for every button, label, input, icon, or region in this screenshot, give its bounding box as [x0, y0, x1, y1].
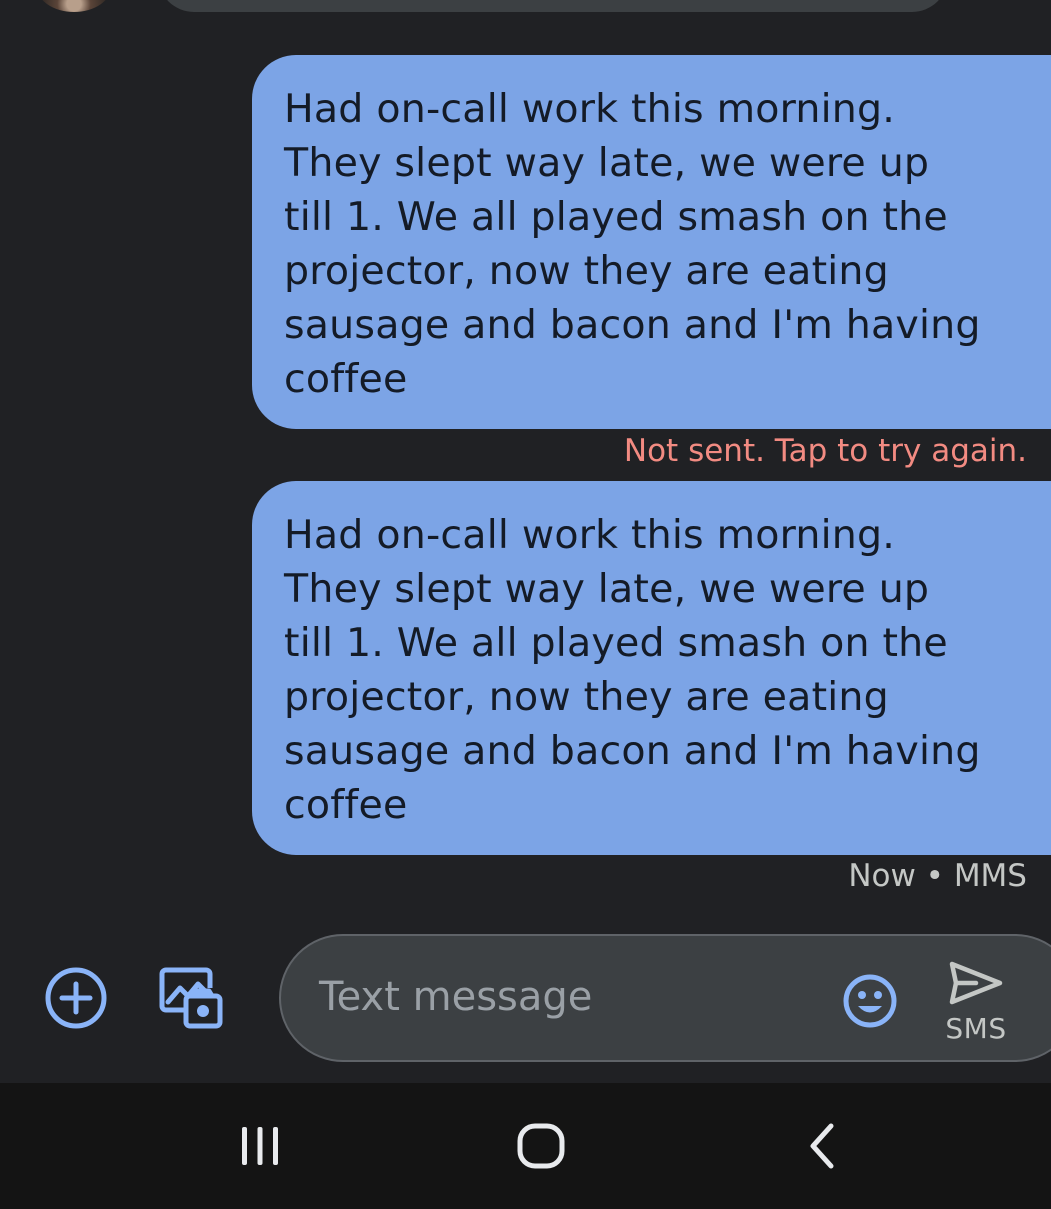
- contact-avatar[interactable]: [36, 0, 112, 12]
- plus-circle-icon[interactable]: [44, 966, 108, 1030]
- message-compose-field[interactable]: Text message SMS: [279, 934, 1051, 1062]
- smiley-icon[interactable]: [842, 973, 898, 1029]
- conversation-screen: Had on-call work this morning. They slep…: [0, 0, 1051, 1083]
- outgoing-message-bubble[interactable]: Had on-call work this morning. They slep…: [252, 481, 1051, 855]
- message-text-line: sausage and bacon and I'm having: [284, 728, 981, 774]
- system-navigation-bar: [0, 1083, 1051, 1209]
- message-text-line: Had on-call work this morning.: [284, 512, 896, 558]
- recent-apps-icon[interactable]: [200, 1083, 320, 1209]
- incoming-message-bubble[interactable]: [158, 0, 948, 12]
- send-label: SMS: [945, 1012, 1007, 1045]
- send-sms-button[interactable]: SMS: [930, 952, 1022, 1050]
- message-text-line: till 1. We all played smash on the: [284, 620, 948, 666]
- message-text-line: Had on-call work this morning.: [284, 86, 896, 132]
- message-timestamp-type: Now • MMS: [848, 858, 1027, 894]
- message-text-line: They slept way late, we were up: [284, 566, 930, 612]
- message-text-line: sausage and bacon and I'm having: [284, 302, 981, 348]
- message-text-line: They slept way late, we were up: [284, 140, 930, 186]
- message-text-line: till 1. We all played smash on the: [284, 194, 948, 240]
- message-text-line: coffee: [284, 782, 408, 828]
- message-text-line: projector, now they are eating: [284, 248, 889, 294]
- gallery-camera-icon[interactable]: [158, 966, 224, 1032]
- home-icon[interactable]: [481, 1083, 601, 1209]
- message-text-line: projector, now they are eating: [284, 674, 889, 720]
- compose-placeholder: Text message: [319, 974, 593, 1020]
- outgoing-message-bubble[interactable]: Had on-call work this morning. They slep…: [252, 55, 1051, 429]
- message-text-line: coffee: [284, 356, 408, 402]
- back-icon[interactable]: [762, 1083, 882, 1209]
- message-not-sent-retry[interactable]: Not sent. Tap to try again.: [624, 433, 1027, 469]
- send-arrow-icon: [949, 961, 1003, 1005]
